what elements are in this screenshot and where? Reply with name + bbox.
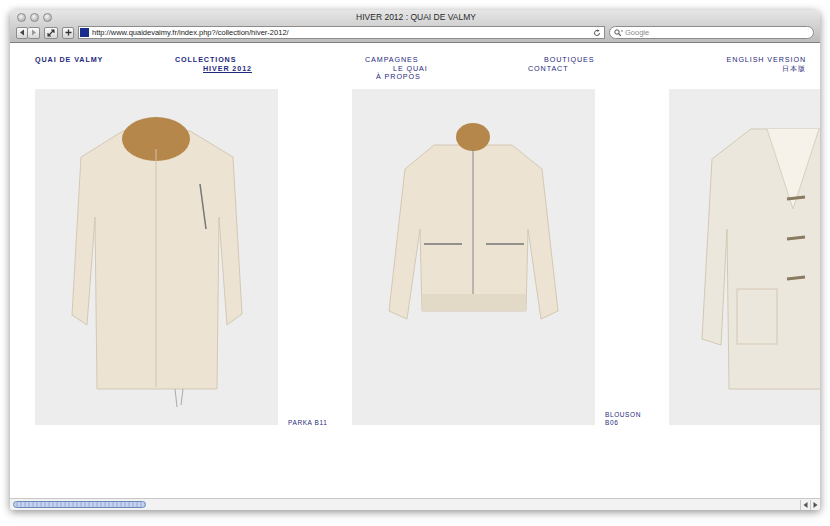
language-link[interactable]: ENGLISH VERSION	[727, 56, 806, 65]
nav-column: COLLECTIONSHIVER 2012	[175, 56, 365, 89]
nav-link[interactable]: CONTACT	[528, 65, 648, 74]
nav-column: BOUTIQUESCONTACT	[528, 56, 648, 89]
magnifier-icon	[614, 29, 623, 37]
scroll-right-button[interactable]	[810, 500, 820, 510]
search-field[interactable]	[609, 26, 814, 39]
nav-link[interactable]: LE QUAI	[393, 65, 528, 74]
back-button[interactable]	[16, 27, 28, 39]
product-photo[interactable]	[352, 89, 595, 425]
site-logo[interactable]: QUAI DE VALMY	[35, 56, 175, 65]
left-arrow-icon	[803, 502, 808, 508]
add-bookmark-button[interactable]	[62, 27, 74, 39]
right-arrow-icon	[813, 502, 818, 508]
history-buttons	[16, 27, 40, 39]
page-content: QUAI DE VALMYCOLLECTIONSHIVER 2012CAMPAG…	[10, 43, 820, 498]
forward-button[interactable]	[28, 27, 40, 39]
nav-link[interactable]: COLLECTIONS	[175, 56, 365, 65]
address-bar[interactable]: http://www.quaidevalmy.fr/index.php?/col…	[78, 26, 605, 39]
nav-link[interactable]: À PROPOS	[376, 73, 528, 82]
garment-photo[interactable]	[352, 89, 595, 425]
nav-link[interactable]: BOUTIQUES	[544, 56, 648, 65]
back-arrow-icon	[19, 29, 26, 36]
language-links: ENGLISH VERSION日本版	[648, 56, 820, 89]
favicon-icon	[80, 28, 89, 37]
garment-photo[interactable]	[35, 89, 278, 425]
toolbar: http://www.quaidevalmy.fr/index.php?/col…	[10, 24, 820, 42]
nav-column: CAMPAGNESLE QUAIÀ PROPOS	[365, 56, 528, 89]
resize-icon	[47, 29, 55, 37]
search-input[interactable]	[625, 28, 813, 37]
language-link[interactable]: 日本版	[782, 65, 806, 74]
product-photo[interactable]	[669, 89, 820, 425]
url-text[interactable]: http://www.quaidevalmy.fr/index.php?/col…	[92, 28, 590, 37]
site-nav: QUAI DE VALMYCOLLECTIONSHIVER 2012CAMPAG…	[10, 43, 820, 89]
product-label-line[interactable]: PARKA B11	[288, 419, 352, 426]
product-label[interactable]: BLOUSONB06	[595, 411, 669, 425]
scroll-track[interactable]	[10, 501, 800, 509]
product-card[interactable]	[669, 89, 820, 425]
browser-window: HIVER 2012 : QUAI DE VALMY http://www.qua…	[10, 10, 820, 510]
product-label-line[interactable]: BLOUSON	[605, 411, 669, 419]
resize-button[interactable]	[44, 27, 58, 39]
horizontal-scrollbar[interactable]	[10, 498, 820, 510]
product-label[interactable]: PARKA B11	[278, 419, 352, 426]
product-photo[interactable]	[35, 89, 278, 425]
nav-link[interactable]: HIVER 2012	[203, 65, 365, 74]
plus-icon	[65, 29, 72, 36]
product-label-line[interactable]: B06	[605, 419, 669, 426]
window-title: HIVER 2012 : QUAI DE VALMY	[52, 12, 820, 22]
nav-link[interactable]: CAMPAGNES	[365, 56, 528, 65]
browser-chrome: HIVER 2012 : QUAI DE VALMY http://www.qua…	[10, 10, 820, 43]
window-controls	[10, 13, 52, 22]
forward-arrow-icon	[30, 29, 37, 36]
reload-icon[interactable]	[593, 29, 601, 37]
scroll-thumb[interactable]	[13, 501, 146, 508]
product-strip: PARKA B11 BLOUSONB06	[10, 89, 820, 425]
scroll-arrows	[800, 500, 820, 510]
product-card[interactable]: PARKA B11	[35, 89, 352, 425]
close-button[interactable]	[17, 13, 26, 22]
minimize-button[interactable]	[30, 13, 39, 22]
zoom-button[interactable]	[43, 13, 52, 22]
product-card[interactable]: BLOUSONB06	[352, 89, 669, 425]
scroll-left-button[interactable]	[800, 500, 810, 510]
logo-column: QUAI DE VALMY	[10, 56, 175, 89]
garment-photo[interactable]	[669, 89, 820, 425]
title-bar: HIVER 2012 : QUAI DE VALMY	[10, 10, 820, 24]
